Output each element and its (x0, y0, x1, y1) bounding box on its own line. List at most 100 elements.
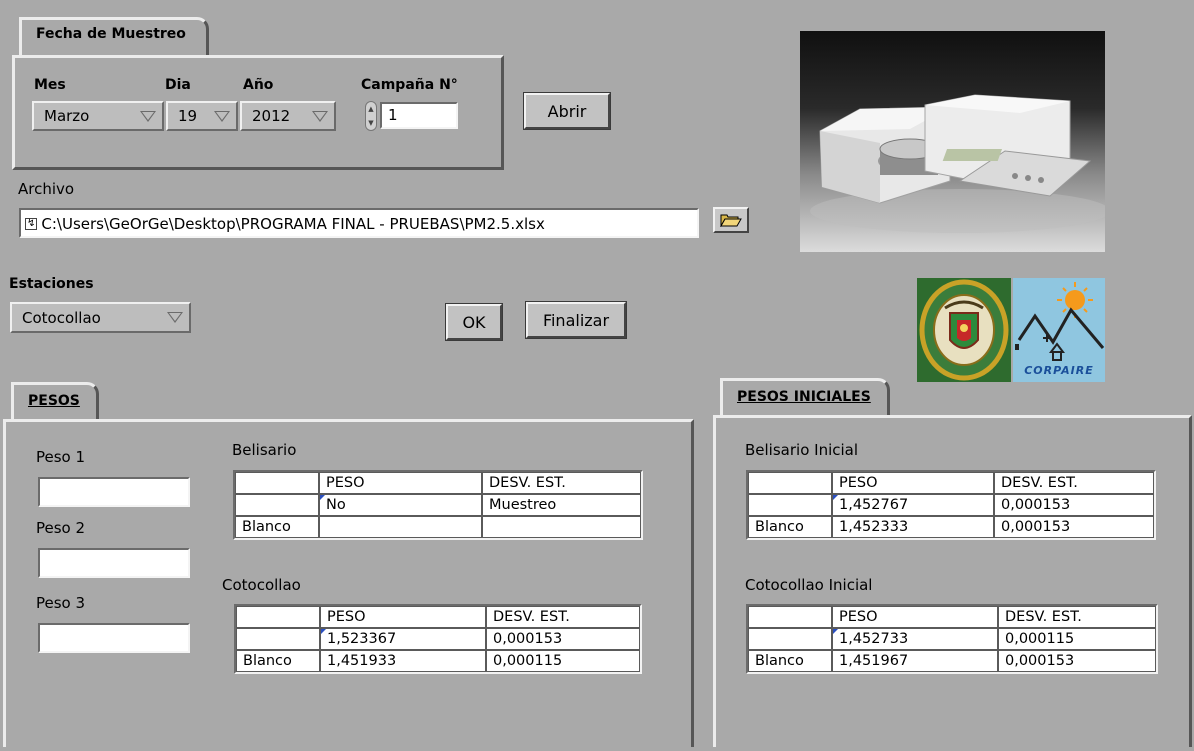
table-row: Blanco 1,451933 0,000115 (236, 650, 640, 672)
table-cell[interactable]: Blanco (748, 516, 832, 538)
table-cell[interactable] (748, 494, 832, 516)
peso2-field[interactable] (38, 548, 190, 578)
anio-value: 2012 (252, 107, 291, 125)
table-cell[interactable]: 1,523367 (320, 628, 486, 650)
abrir-button-label: Abrir (547, 101, 587, 121)
university-seal-icon (919, 279, 1009, 381)
archivo-label: Archivo (18, 180, 75, 198)
table-cell[interactable] (235, 494, 319, 516)
table-cell[interactable] (236, 628, 320, 650)
finalizar-button[interactable]: Finalizar (525, 301, 627, 339)
chevron-down-icon (140, 110, 156, 122)
peso3-label: Peso 3 (36, 594, 86, 612)
estaciones-dropdown[interactable]: Cotocollao (10, 302, 191, 333)
belisario-title: Belisario (232, 441, 297, 459)
peso2-label: Peso 2 (36, 519, 86, 537)
table-row: 1,452767 0,000153 (748, 494, 1154, 516)
table-cell[interactable]: 1,451967 (832, 650, 998, 672)
table-cell[interactable]: 1,452767 (832, 494, 994, 516)
campana-input[interactable]: 1 (380, 102, 458, 129)
table-cell[interactable]: 0,000153 (994, 494, 1154, 516)
table-cell: PESO (319, 472, 482, 494)
table-cell (236, 606, 320, 628)
estaciones-label: Estaciones (9, 276, 94, 292)
peso1-label: Peso 1 (36, 448, 86, 466)
table-header-row: PESO DESV. EST. (748, 606, 1156, 628)
table-header-row: PESO DESV. EST. (235, 472, 641, 494)
campana-stepper[interactable]: ▲ ▼ (365, 101, 377, 131)
belisario-inicial-title: Belisario Inicial (745, 441, 859, 459)
abrir-button[interactable]: Abrir (523, 92, 611, 130)
table-cell[interactable]: 0,000153 (998, 650, 1156, 672)
table-header-row: PESO DESV. EST. (748, 472, 1154, 494)
cotocollao-title: Cotocollao (222, 576, 301, 594)
table-cell: PESO (832, 606, 998, 628)
archivo-path-field[interactable]: ↯ C:\Users\GeOrGe\Desktop\PROGRAMA FINAL… (19, 208, 699, 238)
cotocollao-table: PESO DESV. EST. 1,523367 0,000153 Blanco… (234, 604, 642, 674)
decrement-arrow-icon[interactable]: ▼ (368, 119, 373, 127)
table-cell: DESV. EST. (486, 606, 640, 628)
finalizar-button-label: Finalizar (542, 310, 610, 330)
table-cell[interactable]: Blanco (748, 650, 832, 672)
table-cell: DESV. EST. (998, 606, 1156, 628)
corpaire-text: CORPAIRE (1024, 364, 1094, 377)
increment-arrow-icon[interactable]: ▲ (368, 105, 373, 113)
anio-dropdown[interactable]: 2012 (240, 101, 336, 131)
anio-label: Año (243, 77, 274, 93)
archivo-path-text: C:\Users\GeOrGe\Desktop\PROGRAMA FINAL -… (41, 215, 545, 233)
table-cell[interactable]: 0,000153 (994, 516, 1154, 538)
pesos-iniciales-tab[interactable]: PESOS INICIALES (720, 378, 890, 418)
table-cell (748, 606, 832, 628)
table-cell[interactable]: 1,452333 (832, 516, 994, 538)
table-cell (235, 472, 319, 494)
dia-value: 19 (178, 107, 198, 125)
mes-label: Mes (34, 77, 66, 93)
dia-dropdown[interactable]: 19 (166, 101, 238, 131)
table-cell (748, 472, 832, 494)
cotocollao-inicial-table: PESO DESV. EST. 1,452733 0,000115 Blanco… (746, 604, 1158, 674)
ok-button-label: OK (462, 312, 486, 332)
university-seal-logo (917, 278, 1011, 382)
campana-label: Campaña N° (361, 77, 458, 93)
table-cell[interactable]: 1,452733 (832, 628, 998, 650)
table-cell[interactable] (319, 516, 482, 538)
peso1-field[interactable] (38, 477, 190, 507)
table-cell[interactable]: Blanco (236, 650, 320, 672)
table-cell: PESO (832, 472, 994, 494)
table-cell[interactable]: Muestreo (482, 494, 641, 516)
chevron-down-icon (167, 312, 183, 323)
folder-open-icon (720, 214, 742, 227)
table-row: Blanco 1,452333 0,000153 (748, 516, 1154, 538)
peso3-field[interactable] (38, 623, 190, 653)
balance-image (800, 31, 1105, 252)
table-cell[interactable] (748, 628, 832, 650)
fecha-tab[interactable]: Fecha de Muestreo (19, 17, 209, 57)
mes-dropdown[interactable]: Marzo (32, 101, 164, 131)
dia-label: Dia (165, 77, 191, 93)
table-header-row: PESO DESV. EST. (236, 606, 640, 628)
table-row: No Muestreo (235, 494, 641, 516)
table-cell: DESV. EST. (482, 472, 641, 494)
table-cell[interactable] (482, 516, 641, 538)
fecha-tab-label: Fecha de Muestreo (36, 26, 186, 42)
table-cell: DESV. EST. (994, 472, 1154, 494)
table-cell[interactable]: 1,451933 (320, 650, 486, 672)
table-cell[interactable]: Blanco (235, 516, 319, 538)
table-cell[interactable]: 0,000115 (998, 628, 1156, 650)
ok-button[interactable]: OK (445, 303, 503, 341)
table-cell[interactable]: 0,000153 (486, 628, 640, 650)
table-row: 1,452733 0,000115 (748, 628, 1156, 650)
balance-illustration (810, 94, 1105, 233)
table-cell: PESO (320, 606, 486, 628)
chevron-down-icon (312, 110, 328, 122)
pesos-tab[interactable]: PESOS (11, 382, 99, 422)
table-cell[interactable]: No (319, 494, 482, 516)
table-cell[interactable]: 0,000115 (486, 650, 640, 672)
corpaire-logo: CORPAIRE (1013, 278, 1105, 382)
estaciones-value: Cotocollao (22, 308, 101, 327)
table-row: Blanco 1,451967 0,000153 (748, 650, 1156, 672)
browse-button[interactable] (713, 207, 749, 233)
pesos-tab-label: PESOS (28, 393, 80, 409)
pesos-panel (3, 419, 694, 747)
table-row: 1,523367 0,000153 (236, 628, 640, 650)
